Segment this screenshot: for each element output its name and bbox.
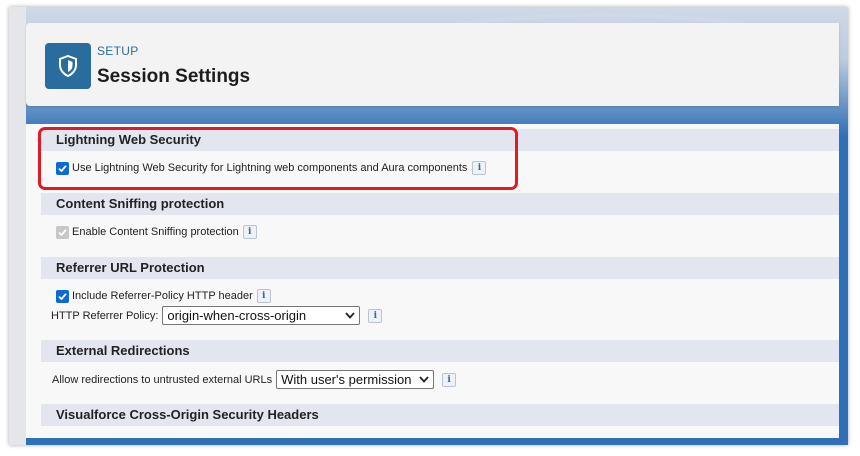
referrer-policy-label: HTTP Referrer Policy:	[51, 309, 159, 322]
redirect-row: Allow redirections to untrusted external…	[52, 370, 457, 389]
shield-icon	[45, 43, 91, 89]
section-header-referrer-url: Referrer URL Protection	[41, 257, 839, 279]
referrer-policy-value: origin-when-cross-origin	[167, 308, 307, 323]
chevron-down-icon	[345, 312, 356, 319]
redirect-label: Allow redirections to untrusted external…	[52, 373, 273, 386]
chevron-down-icon	[419, 376, 429, 383]
highlight-box	[38, 127, 518, 190]
sniff-row: Enable Content Sniffing protection i	[56, 225, 257, 239]
info-icon[interactable]: i	[256, 289, 271, 303]
page-header: SETUP Session Settings	[26, 23, 839, 106]
breadcrumb[interactable]: SETUP	[97, 44, 139, 58]
section-header-external-redirections: External Redirections	[41, 340, 839, 362]
page-title: Session Settings	[97, 66, 251, 87]
redirect-value: With user's permission	[281, 372, 412, 387]
referrer-policy-select[interactable]: origin-when-cross-origin	[162, 306, 361, 325]
referrer-policy-row: HTTP Referrer Policy: origin-when-cross-…	[51, 306, 383, 325]
referrer-checkbox[interactable]	[56, 289, 69, 303]
sniff-checkbox-label: Enable Content Sniffing protection	[72, 226, 239, 238]
sniff-checkbox	[56, 225, 69, 239]
info-icon[interactable]: i	[368, 308, 383, 323]
redirect-select[interactable]: With user's permission	[276, 370, 435, 389]
left-gutter	[9, 7, 26, 445]
checkmark-icon	[58, 292, 67, 300]
checkmark-icon	[58, 228, 67, 236]
section-header-content-sniffing: Content Sniffing protection	[41, 193, 839, 215]
info-icon[interactable]: i	[442, 372, 457, 387]
referrer-header-row: Include Referrer-Policy HTTP header i	[56, 289, 271, 303]
section-header-visualforce: Visualforce Cross-Origin Security Header…	[41, 404, 839, 426]
referrer-checkbox-label: Include Referrer-Policy HTTP header	[72, 290, 253, 302]
info-icon[interactable]: i	[242, 225, 257, 239]
